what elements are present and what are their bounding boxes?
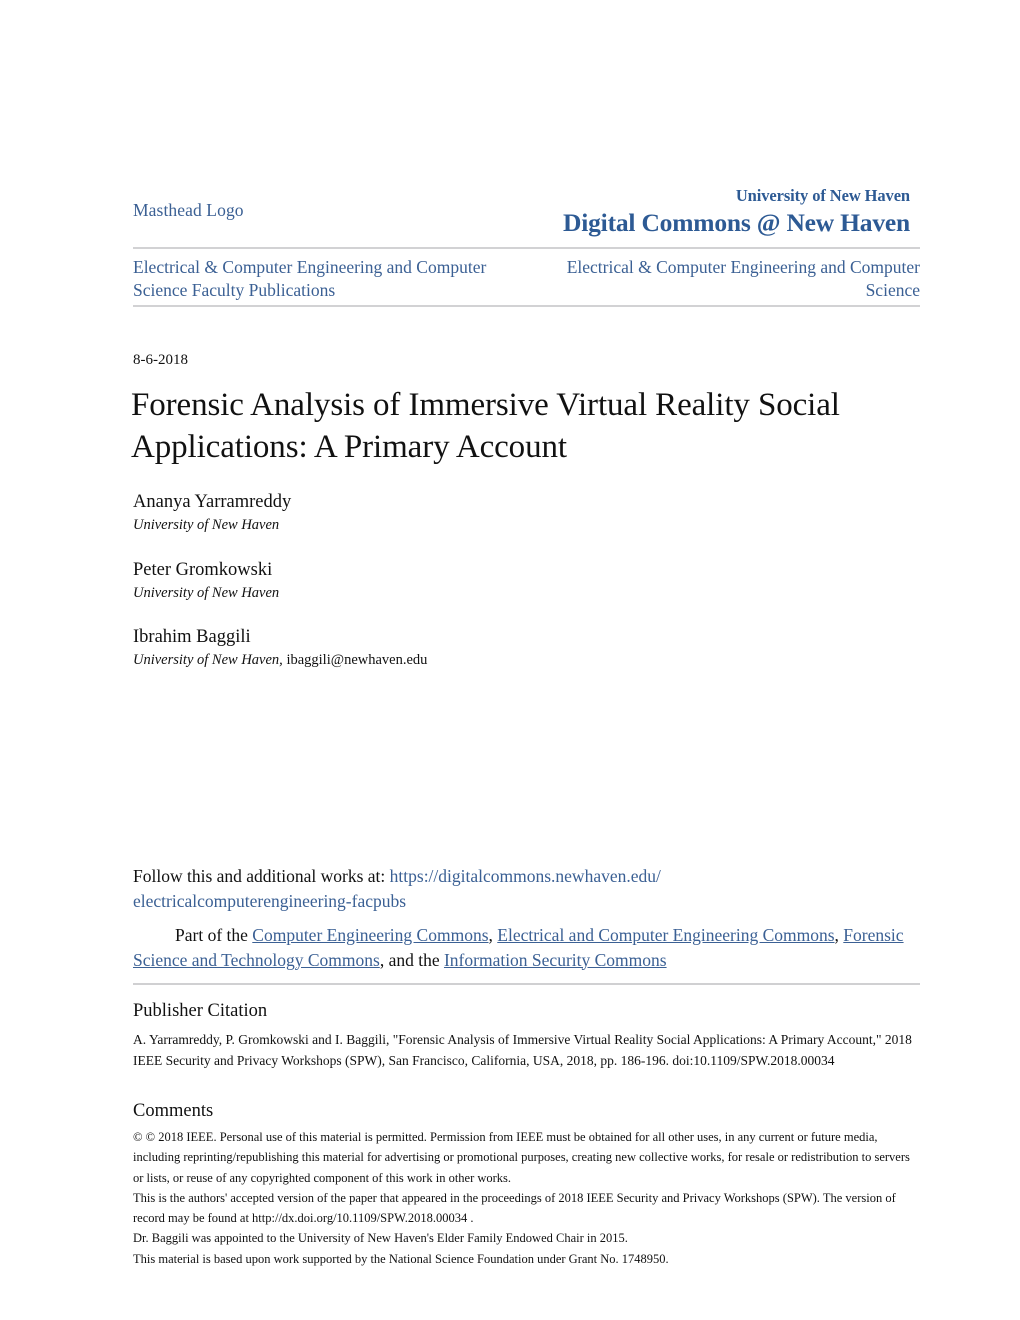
masthead-logo-image-alt[interactable]: Masthead Logo [133,200,244,221]
part-of-line: Part of the Computer Engineering Commons… [133,923,923,973]
comments-paragraph-1: © © 2018 IEEE. Personal use of this mate… [133,1130,910,1185]
repository-url-link-part1[interactable]: https://digitalcommons.newhaven.edu/ [390,866,661,886]
follow-works-block: Follow this and additional works at: htt… [133,864,923,972]
masthead-titles: University of New Haven Digital Commons … [563,186,910,237]
cover-page: Masthead Logo University of New Haven Di… [0,0,1020,1320]
author-entry: Ibrahim Baggili University of New Haven,… [133,625,733,671]
commons-link-information-security[interactable]: Information Security Commons [444,950,667,970]
masthead: Masthead Logo University of New Haven Di… [133,186,920,242]
comments-text: © © 2018 IEEE. Personal use of this mate… [133,1127,923,1269]
author-affiliation-text: University of New Haven, [133,652,287,669]
page-title: Forensic Analysis of Immersive Virtual R… [131,387,840,465]
author-name: Ananya Yarramreddy [133,492,292,512]
comma-separator-2: , [834,924,844,945]
repository-url-link-part2[interactable]: electricalcomputerengineering-facpubs [133,891,406,911]
breadcrumb-department-link[interactable]: Electrical & Computer Engineering and Co… [534,256,920,303]
publisher-citation-text: A. Yarramreddy, P. Gromkowski and I. Bag… [133,1032,912,1069]
author-email: ibaggili@newhaven.edu [286,652,428,669]
and-the-separator: , and the [379,949,444,970]
follow-lead-text: Follow this and additional works at: [133,866,390,886]
publisher-citation-section: Publisher Citation A. Yarramreddy, P. Gr… [133,1000,923,1072]
author-entry: Ananya Yarramreddy University of New Hav… [133,490,733,536]
comma-separator-1: , [488,924,498,945]
author-affiliation: University of New Haven, ibaggili@newhav… [133,651,733,671]
publication-date: 8-6-2018 [133,352,188,368]
breadcrumb-collection-link[interactable]: Electrical & Computer Engineering and Co… [133,256,525,303]
divider-above-citation [133,983,920,985]
author-entry: Peter Gromkowski University of New Haven [133,558,733,604]
comments-paragraph-2: This is the authors' accepted version of… [133,1190,896,1226]
author-affiliation-text: University of New Haven [133,517,280,534]
divider-below-breadcrumb [133,305,920,307]
comments-heading: Comments [133,1101,214,1121]
commons-link-computer-engineering[interactable]: Computer Engineering Commons [252,925,488,945]
author-affiliation: University of New Haven [133,516,733,536]
repository-name[interactable]: Digital Commons @ New Haven [563,208,910,237]
commons-link-electrical-and-computer-engineering[interactable]: Electrical and Computer Engineering Comm… [497,925,834,945]
comments-section: Comments © © 2018 IEEE. Personal use of … [133,1100,923,1269]
author-name: Peter Gromkowski [133,559,273,580]
follow-line: Follow this and additional works at: htt… [133,864,923,914]
publisher-citation-heading: Publisher Citation [133,1001,268,1021]
divider-top [133,247,920,249]
author-affiliation-text: University of New Haven [133,584,280,601]
breadcrumb: Electrical & Computer Engineering and Co… [133,256,920,302]
comments-paragraph-3: Dr. Baggili was appointed to the Univers… [133,1231,628,1246]
author-affiliation: University of New Haven [133,584,733,604]
university-name: University of New Haven [735,186,910,205]
author-name: Ibrahim Baggili [133,627,251,648]
comments-paragraph-4: This material is based upon work support… [133,1251,669,1266]
part-of-prefix: Part of the [175,924,253,945]
author-list: Ananya Yarramreddy University of New Hav… [133,490,733,693]
